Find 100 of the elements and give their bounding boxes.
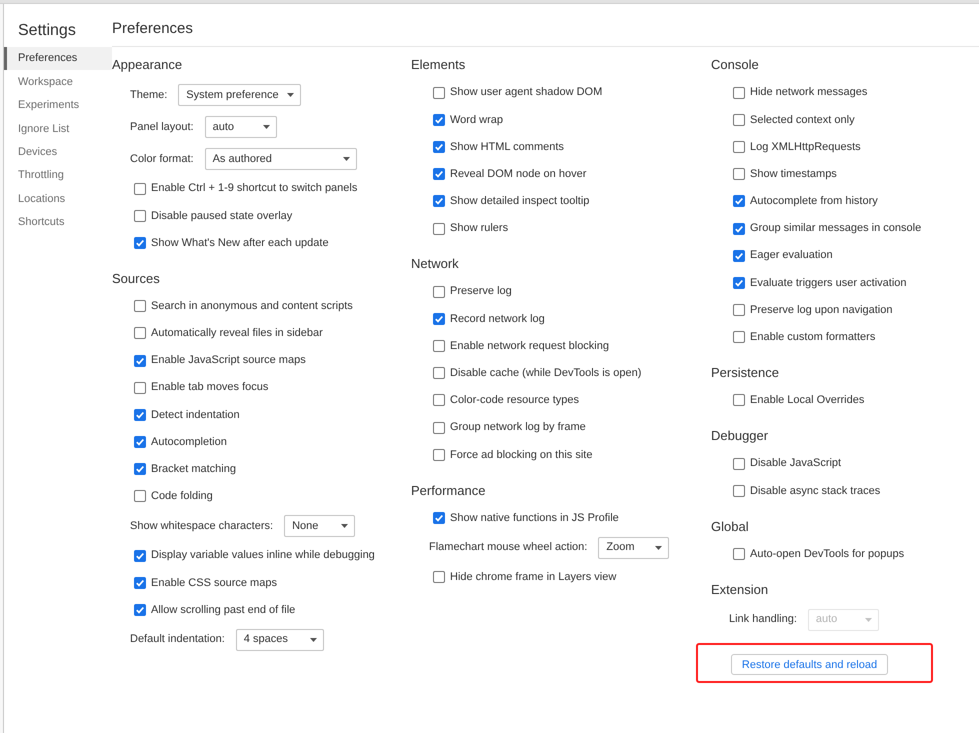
dropdown[interactable]: None — [284, 515, 356, 538]
checkbox[interactable] — [733, 458, 745, 470]
checkbox-label: Search in anonymous and content scripts — [151, 298, 353, 314]
field-label: Link handling: — [729, 612, 797, 628]
sidebar-title: Settings — [18, 21, 76, 41]
checkbox-label: Enable tab moves focus — [151, 380, 268, 396]
caret-icon — [262, 125, 270, 129]
checkbox[interactable] — [433, 422, 445, 434]
caret-icon — [286, 93, 294, 97]
dropdown[interactable]: As authored — [204, 148, 357, 170]
checkbox-label: Enable network request blocking — [450, 338, 609, 354]
checkbox-label: Hide chrome frame in Layers view — [450, 570, 616, 585]
section-heading: Sources — [112, 270, 160, 288]
checkbox-label: Display variable values inline while debugging — [151, 548, 375, 564]
checkbox-label: Force ad blocking on this site — [450, 448, 592, 463]
dropdown[interactable]: System preference — [178, 84, 301, 106]
checkbox[interactable] — [433, 448, 445, 461]
checkbox-label: Group network log by frame — [450, 420, 586, 436]
sidebar-item[interactable]: Shortcuts — [4, 210, 112, 234]
checkbox[interactable] — [733, 222, 745, 235]
field-label: Default indentation: — [130, 632, 225, 648]
checkbox[interactable] — [433, 114, 445, 126]
checkbox[interactable] — [433, 312, 445, 325]
checkbox-label: Color-code resource types — [450, 393, 580, 408]
checkbox[interactable] — [733, 168, 745, 180]
checkbox[interactable] — [134, 327, 146, 340]
dropdown[interactable]: 4 spaces — [236, 628, 324, 651]
checkbox-label: Disable async stack traces — [750, 484, 880, 499]
checkbox-label: Preserve log upon navigation — [750, 302, 892, 318]
sidebar-item[interactable]: Locations — [4, 187, 112, 211]
checkbox[interactable] — [134, 550, 146, 562]
section-heading: Extension — [711, 580, 768, 599]
checkbox[interactable] — [134, 604, 146, 616]
checkbox[interactable] — [733, 195, 745, 208]
checkbox[interactable] — [433, 571, 445, 584]
checkbox[interactable] — [134, 236, 146, 249]
section-heading: Performance — [411, 482, 486, 500]
checkbox[interactable] — [733, 304, 745, 316]
checkbox-label: Selected context only — [750, 112, 855, 128]
checkbox[interactable] — [733, 331, 745, 344]
checkbox[interactable] — [433, 394, 445, 406]
checkbox[interactable] — [134, 463, 146, 476]
checkbox[interactable] — [433, 367, 445, 380]
checkbox[interactable] — [433, 195, 445, 208]
checkbox-label: Enable Ctrl + 1-9 shortcut to switch panels — [151, 181, 358, 196]
checkbox[interactable] — [134, 182, 146, 195]
checkbox[interactable] — [134, 210, 146, 222]
caret-icon — [864, 618, 872, 622]
dropdown[interactable]: Zoom — [598, 536, 670, 559]
checkbox-label: Enable CSS source maps — [151, 576, 277, 591]
section-heading: Network — [411, 255, 459, 274]
checkbox[interactable] — [134, 354, 146, 367]
checkbox[interactable] — [134, 436, 146, 448]
checkbox-label: Autocompletion — [151, 434, 227, 450]
sidebar-item[interactable]: Devices — [4, 140, 112, 164]
checkbox[interactable] — [433, 168, 445, 180]
checkbox[interactable] — [733, 140, 745, 153]
checkbox-label: Disable JavaScript — [750, 456, 842, 472]
sidebar-item[interactable]: Preferences — [4, 47, 112, 70]
restore-button[interactable]: Restore defaults and reload — [731, 654, 888, 676]
checkbox-label: Disable cache (while DevTools is open) — [450, 366, 642, 382]
checkbox[interactable] — [733, 484, 745, 497]
checkbox[interactable] — [433, 286, 445, 298]
field-label: Show whitespace characters: — [130, 518, 274, 534]
checkbox-label: Disable paused state overlay — [151, 208, 292, 224]
checkbox[interactable] — [134, 490, 146, 502]
checkbox[interactable] — [134, 576, 146, 589]
checkbox-label: Reveal DOM node on hover — [450, 166, 586, 182]
field-label: Theme: — [130, 88, 168, 103]
checkbox[interactable] — [433, 86, 445, 99]
checkbox[interactable] — [733, 114, 745, 126]
checkbox[interactable] — [733, 548, 745, 560]
checkbox[interactable] — [433, 512, 445, 524]
checkbox[interactable] — [733, 394, 745, 406]
checkbox[interactable] — [433, 140, 445, 153]
checkbox[interactable] — [134, 408, 146, 421]
checkbox-label: Enable custom formatters — [750, 330, 876, 346]
sidebar-item[interactable]: Experiments — [4, 94, 112, 118]
section-heading: Appearance — [112, 56, 182, 74]
checkbox-label: Enable JavaScript source maps — [151, 353, 306, 368]
checkbox[interactable] — [733, 86, 745, 99]
checkbox[interactable] — [134, 300, 146, 312]
section-heading: Persistence — [711, 364, 779, 382]
sidebar-item[interactable]: Workspace — [4, 70, 112, 94]
checkbox-label: Show HTML comments — [450, 140, 564, 155]
page-title: Preferences — [112, 18, 193, 38]
sidebar-item[interactable]: Throttling — [4, 164, 112, 188]
checkbox[interactable] — [433, 222, 445, 235]
checkbox[interactable] — [733, 276, 745, 289]
checkbox-label: Bracket matching — [151, 462, 236, 478]
checkbox-label: Record network log — [450, 312, 545, 327]
checkbox[interactable] — [433, 340, 445, 352]
checkbox[interactable] — [134, 382, 146, 394]
dropdown[interactable]: auto — [204, 116, 277, 138]
checkbox-label: Show What's New after each update — [151, 236, 329, 251]
checkbox-label: Autocomplete from history — [750, 194, 878, 210]
section-heading: Console — [711, 56, 759, 74]
checkbox[interactable] — [733, 250, 745, 262]
section-heading: Elements — [411, 56, 466, 74]
sidebar-item[interactable]: Ignore List — [4, 117, 112, 141]
